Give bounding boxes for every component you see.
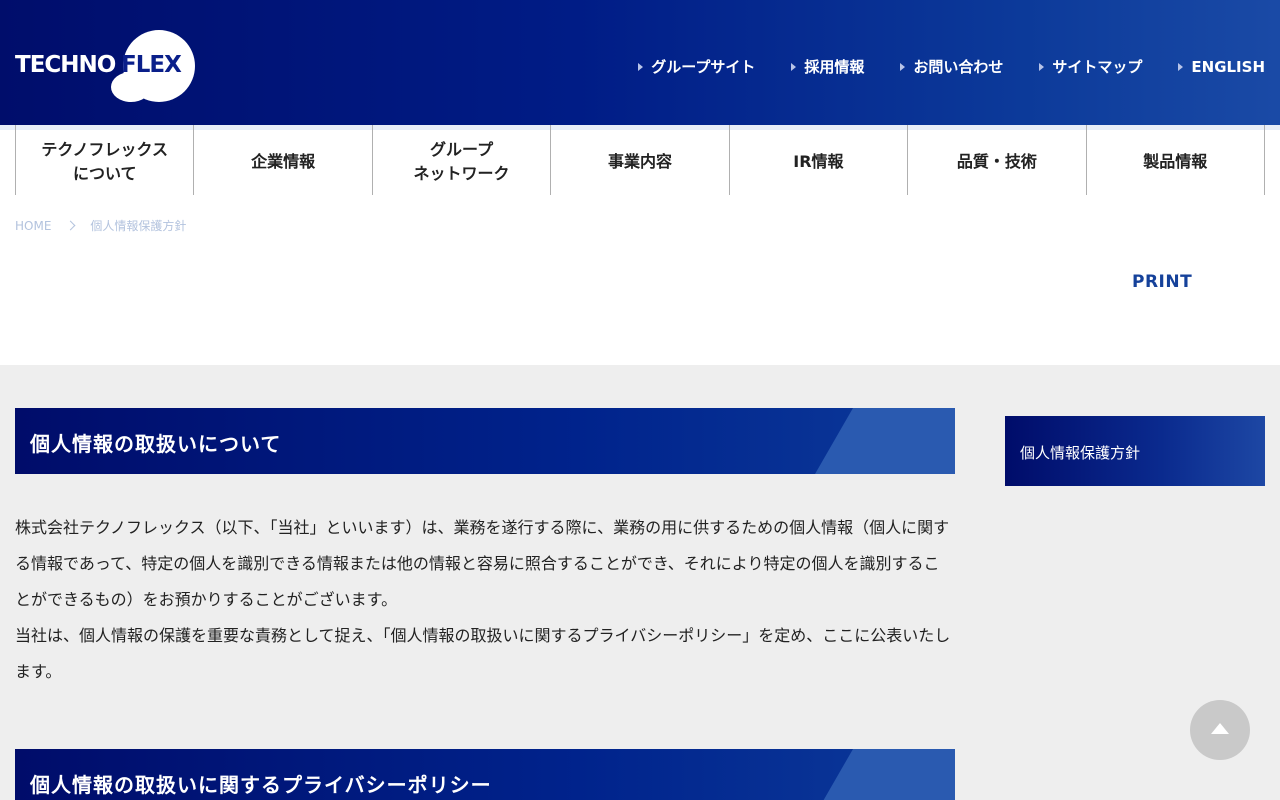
main-nav-about[interactable]: テクノフレックス について [15, 125, 193, 195]
utility-nav: グループサイト 採用情報 お問い合わせ サイトマップ ENGLISH [638, 56, 1265, 77]
intro-paragraph: 当社は、個人情報の保護を重要な責務として捉え、「個人情報の取扱いに関するプライバ… [15, 626, 951, 681]
triangle-right-icon [638, 62, 644, 71]
utility-link-sitemap[interactable]: サイトマップ [1039, 56, 1142, 77]
scroll-to-top-button[interactable] [1190, 700, 1250, 760]
utility-link-recruit[interactable]: 採用情報 [791, 56, 864, 77]
main-nav-products[interactable]: 製品情報 [1085, 125, 1265, 195]
sidebar-link-label: 個人情報保護方針 [1020, 444, 1141, 462]
chevron-right-icon [65, 220, 76, 231]
utility-link-english[interactable]: ENGLISH [1178, 56, 1265, 77]
main-nav: テクノフレックス について 企業情報 グループ ネットワーク 事業内容 IR情報… [15, 125, 1265, 195]
utility-link-contact[interactable]: お問い合わせ [900, 56, 1003, 77]
heading-slant-decoration [815, 749, 955, 800]
triangle-right-icon [1039, 62, 1045, 71]
site-header: TECHNO FLEX グループサイト 採用情報 お問い合わせ サイトマップ E… [0, 0, 1280, 125]
utility-link-group-site[interactable]: グループサイト [638, 56, 755, 77]
breadcrumb-current: 個人情報保護方針 [90, 219, 187, 233]
utility-link-label: ENGLISH [1191, 57, 1265, 76]
heading-slant-decoration [815, 408, 955, 474]
utility-link-label: サイトマップ [1052, 58, 1143, 76]
section-title: 個人情報の取扱いに関するプライバシーポリシー [30, 773, 492, 797]
intro-text: 株式会社テクノフレックス（以下、「当社」といいます）は、業務を遂行する際に、業務… [15, 510, 955, 690]
section-title: 個人情報の取扱いについて [30, 432, 282, 456]
logo-text-techno: TECHNO [15, 52, 116, 78]
logo-text-flex: FLEX [121, 52, 182, 78]
main-nav-company[interactable]: 企業情報 [193, 125, 371, 195]
print-button[interactable]: PRINT [1132, 272, 1192, 292]
utility-link-label: グループサイト [651, 58, 756, 76]
intro-paragraph: 株式会社テクノフレックス（以下、「当社」といいます）は、業務を遂行する際に、業務… [15, 518, 950, 609]
triangle-right-icon [791, 62, 797, 71]
section-heading: 個人情報の取扱いに関するプライバシーポリシー [15, 749, 955, 800]
arrow-up-icon [1211, 723, 1229, 734]
main-nav-quality-tech[interactable]: 品質・技術 [907, 125, 1085, 195]
sidebar-link-privacy-policy[interactable]: 個人情報保護方針 [1005, 416, 1265, 486]
main-nav-ir[interactable]: IR情報 [728, 125, 907, 195]
utility-link-label: お問い合わせ [913, 58, 1004, 76]
technoflex-logo[interactable]: TECHNO FLEX [15, 30, 200, 102]
breadcrumb-home[interactable]: HOME [15, 219, 51, 233]
main-nav-group-network[interactable]: グループ ネットワーク [371, 125, 550, 195]
main-nav-business[interactable]: 事業内容 [550, 125, 728, 195]
utility-link-label: 採用情報 [804, 58, 865, 76]
triangle-right-icon [900, 62, 906, 71]
section-heading: 個人情報の取扱いについて [15, 408, 955, 474]
triangle-right-icon [1178, 62, 1184, 71]
breadcrumb: HOME 個人情報保護方針 [15, 217, 186, 234]
